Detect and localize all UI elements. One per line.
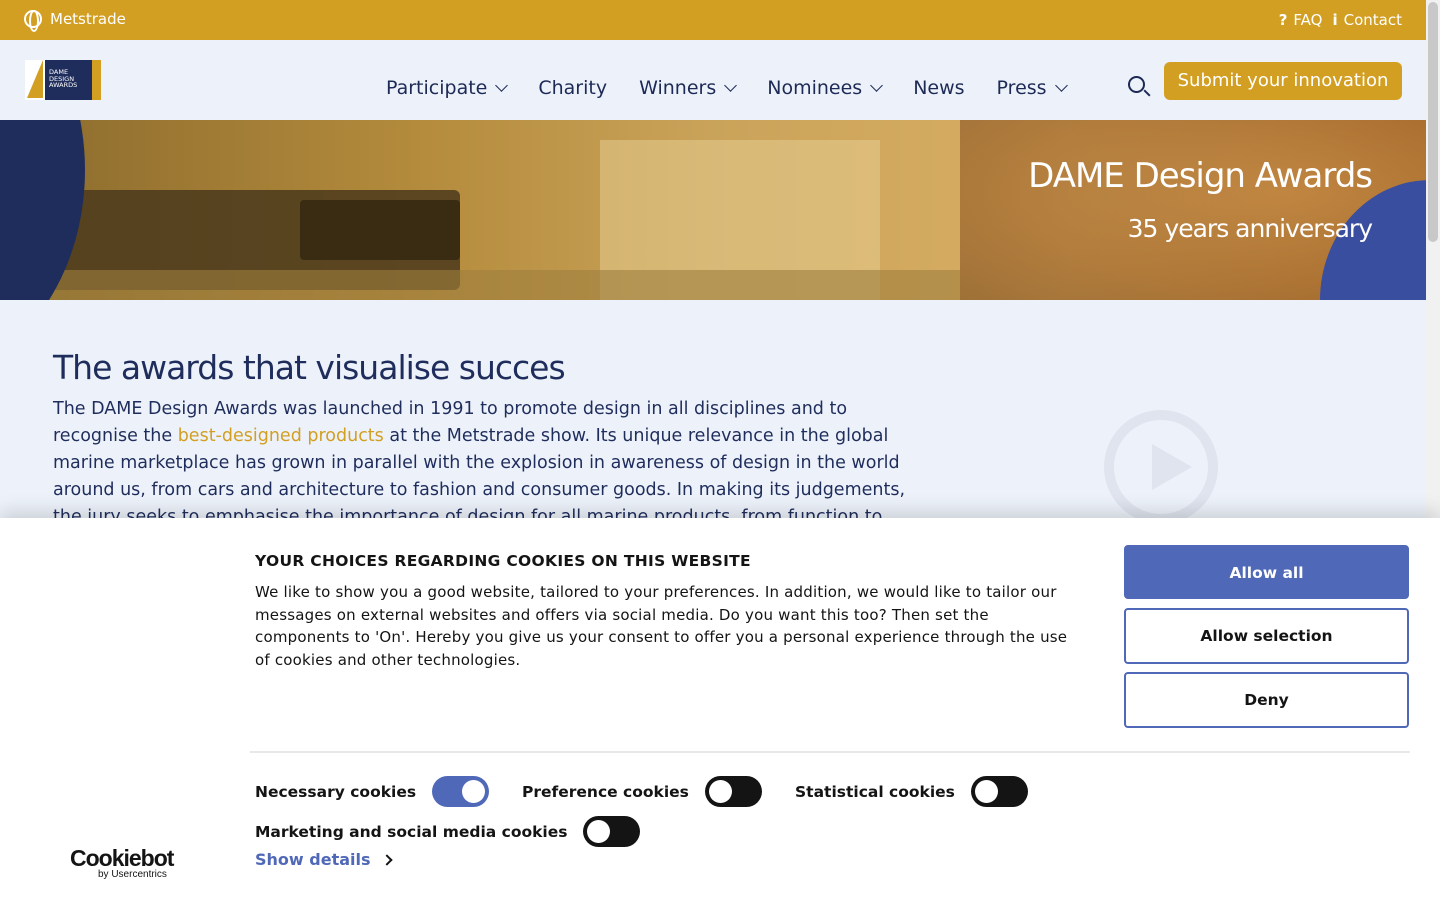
nav-charity[interactable]: Charity <box>538 77 607 99</box>
nav-participate-label: Participate <box>386 77 488 99</box>
preference-cookies-toggle[interactable] <box>704 776 762 807</box>
top-bar: Metstrade ? FAQ i Contact <box>0 0 1426 40</box>
nav-press[interactable]: Press <box>996 77 1068 99</box>
allow-selection-button[interactable]: Allow selection <box>1124 608 1409 664</box>
nav-nominees-label: Nominees <box>767 77 863 99</box>
question-icon: ? <box>1278 11 1288 29</box>
intro-section: The awards that visualise succes The DAM… <box>0 300 1426 554</box>
faq-link[interactable]: ? FAQ <box>1279 11 1323 29</box>
hero-title: DAME Design Awards <box>1028 156 1373 196</box>
submit-innovation-button[interactable]: Submit your innovation <box>1164 62 1402 100</box>
statistical-cookies-label: Statistical cookies <box>795 782 955 801</box>
metstrade-label: Metstrade <box>50 10 126 28</box>
chevron-down-icon <box>1054 79 1068 92</box>
cookiebot-name: Cookiebot <box>70 845 174 871</box>
show-details-label: Show details <box>255 850 371 869</box>
cookie-description: We like to show you a good website, tail… <box>255 583 1068 669</box>
nav-press-label: Press <box>996 77 1047 99</box>
nav-news-label: News <box>913 77 965 99</box>
main-header: DAME DESIGN AWARDS Participate Charity W… <box>0 40 1426 120</box>
main-nav: Participate Charity Winners Nominees New… <box>386 77 1068 99</box>
hero-bg-floor <box>0 270 960 300</box>
chevron-down-icon <box>495 79 509 92</box>
preference-cookies-option: Preference cookies <box>522 776 762 807</box>
faq-label: FAQ <box>1293 11 1323 29</box>
intro-heading: The awards that visualise succes <box>53 348 566 387</box>
deny-button[interactable]: Deny <box>1124 672 1409 728</box>
allow-all-button[interactable]: Allow all <box>1124 545 1409 599</box>
logo-mark <box>25 60 45 100</box>
marketing-cookies-toggle[interactable] <box>583 816 641 847</box>
metstrade-link[interactable]: Metstrade <box>24 10 126 32</box>
nav-winners-label: Winners <box>639 77 717 99</box>
site-logo[interactable]: DAME DESIGN AWARDS <box>25 60 101 100</box>
nav-winners[interactable]: Winners <box>639 77 738 99</box>
hero-banner: DAME Design Awards 35 years anniversary <box>0 120 1426 300</box>
logo-box: DAME DESIGN AWARDS <box>45 60 101 100</box>
logo-years-stripe <box>92 60 101 100</box>
search-icon[interactable] <box>1128 76 1145 93</box>
cookie-title: YOUR CHOICES REGARDING COOKIES ON THIS W… <box>255 552 751 570</box>
cookie-divider <box>250 751 1410 753</box>
chevron-down-icon <box>724 79 738 92</box>
cookiebot-by: by Usercentrics <box>98 869 167 880</box>
marketing-cookies-label: Marketing and social media cookies <box>255 822 568 841</box>
contact-label: Contact <box>1343 11 1402 29</box>
top-links: ? FAQ i Contact <box>1279 11 1402 29</box>
nav-charity-label: Charity <box>538 77 608 99</box>
necessary-cookies-option: Necessary cookies <box>255 776 490 807</box>
info-icon: i <box>1332 11 1338 29</box>
show-details-link[interactable]: Show details <box>255 850 393 869</box>
cookiebot-logo[interactable]: Cookiebot by Usercentrics <box>70 845 174 880</box>
chevron-down-icon <box>870 79 884 92</box>
best-designed-products-link[interactable]: best-designed products <box>178 426 384 446</box>
hero-subtitle: 35 years anniversary <box>1127 214 1373 243</box>
play-icon[interactable] <box>1104 410 1218 524</box>
preference-cookies-label: Preference cookies <box>522 782 689 801</box>
nav-participate[interactable]: Participate <box>386 77 509 99</box>
scrollbar-thumb[interactable] <box>1428 2 1438 242</box>
cookie-banner: YOUR CHOICES REGARDING COOKIES ON THIS W… <box>0 518 1440 900</box>
necessary-cookies-label: Necessary cookies <box>255 782 417 801</box>
necessary-cookies-toggle[interactable] <box>432 776 490 807</box>
statistical-cookies-option: Statistical cookies <box>795 776 1028 807</box>
marketing-cookies-option: Marketing and social media cookies <box>255 816 641 847</box>
hero-bg-device-panel <box>300 200 460 260</box>
chevron-right-icon <box>380 853 393 866</box>
nav-nominees[interactable]: Nominees <box>767 77 884 99</box>
globe-icon <box>24 10 42 32</box>
contact-link[interactable]: i Contact <box>1332 11 1402 29</box>
statistical-cookies-toggle[interactable] <box>970 776 1028 807</box>
nav-news[interactable]: News <box>913 77 964 99</box>
